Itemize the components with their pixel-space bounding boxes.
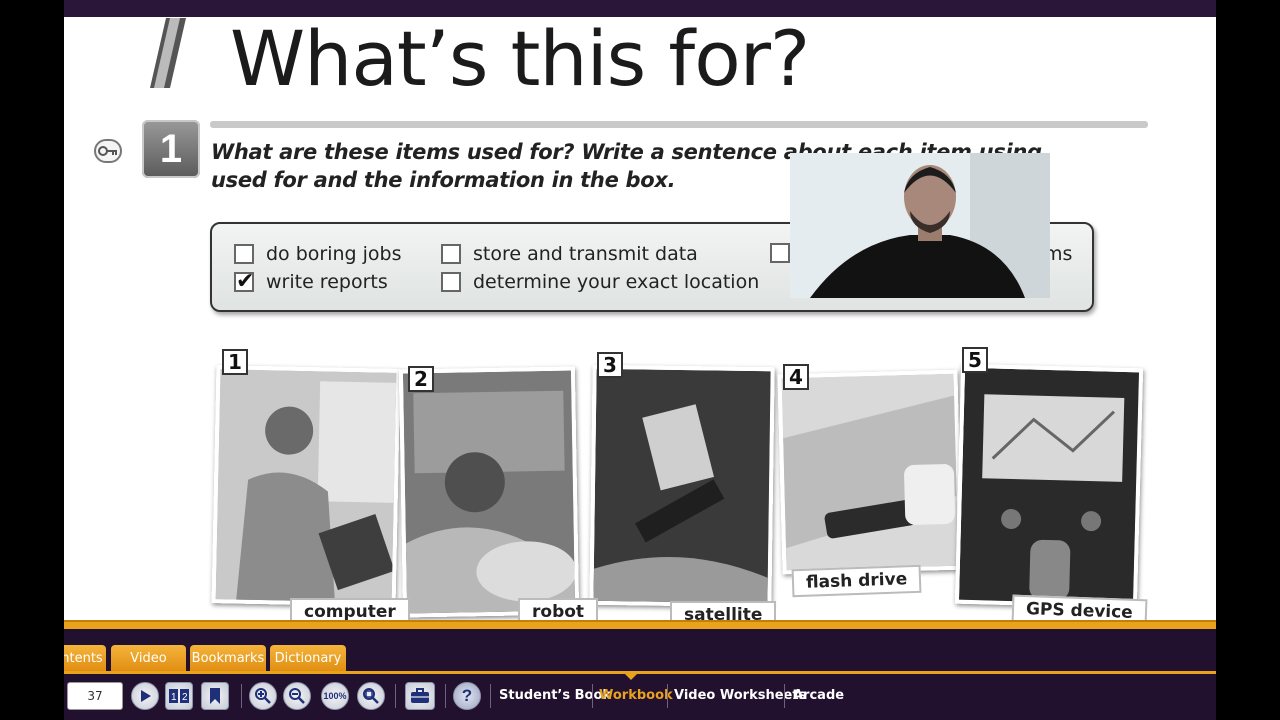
tab-underline [64, 671, 1216, 674]
checkbox-checked[interactable]: ✔ [234, 271, 254, 293]
caption-flash-drive: flash drive [791, 564, 922, 598]
toolbar-separator [490, 684, 491, 708]
tab-dictionary[interactable]: Dictionary [270, 645, 346, 672]
zoom-fit-icon[interactable] [357, 682, 385, 710]
zoom-100-icon[interactable]: 100% [321, 682, 349, 710]
help-icon[interactable]: ? [453, 682, 481, 710]
bottom-toolbar [64, 629, 1216, 720]
option-write-reports[interactable]: ✔ write reports [234, 271, 388, 293]
option-do-boring-jobs[interactable]: do boring jobs [234, 243, 402, 265]
nav-workbook[interactable]: Workbook [599, 688, 673, 703]
checkbox[interactable] [234, 244, 254, 264]
active-nav-marker [624, 673, 638, 680]
photo-number-5: 5 [962, 347, 988, 373]
option-label: do boring jobs [266, 243, 402, 265]
photo-number-3: 3 [597, 352, 623, 378]
option-label: write reports [266, 271, 388, 293]
toolbar-separator [592, 684, 593, 708]
photo-computer [211, 365, 401, 607]
nav-arcade[interactable]: Arcade [793, 688, 844, 703]
page-progress-strip [64, 620, 1216, 629]
option-label: store and transmit data [473, 243, 698, 265]
photo-satellite [589, 364, 775, 608]
zoom-out-icon[interactable] [283, 682, 311, 710]
svg-text:2: 2 [182, 692, 188, 703]
checkbox[interactable] [441, 272, 461, 292]
photo-flash-drive [777, 369, 963, 575]
toolbar-separator [667, 684, 668, 708]
page-title: What’s this for? [230, 14, 810, 103]
tab-bookmarks[interactable]: Bookmarks [190, 645, 266, 672]
photo-gps-device [954, 363, 1144, 609]
tab-video[interactable]: Video [111, 645, 186, 672]
toolbar-separator [241, 684, 242, 708]
photo-number-4: 4 [783, 364, 809, 390]
unit-number-graphic [150, 18, 186, 88]
tab-contents[interactable]: ntents [64, 645, 106, 672]
toolbar-separator [445, 684, 446, 708]
instruction-line-2: used for and the information in the box. [211, 168, 676, 192]
photo-number-2: 2 [408, 366, 434, 392]
key-icon[interactable] [94, 139, 122, 163]
webcam-overlay [790, 153, 1050, 298]
option-determine-exact-location[interactable]: determine your exact location [441, 271, 759, 293]
bookmark-icon[interactable] [201, 682, 229, 710]
photo-robot [398, 366, 580, 618]
two-page-icon[interactable]: 12 [165, 682, 193, 710]
svg-text:1: 1 [171, 692, 177, 703]
title-divider [210, 121, 1148, 128]
page-number-input[interactable] [67, 682, 123, 710]
toolbar-separator [784, 684, 785, 708]
zoom-in-icon[interactable] [249, 682, 277, 710]
book-viewer: What’s this for? 1 What are these items … [64, 0, 1216, 720]
option-store-and-transmit-data[interactable]: store and transmit data [441, 243, 698, 265]
toolbox-icon[interactable] [405, 682, 435, 710]
nav-video-worksheets[interactable]: Video Worksheets [674, 688, 806, 703]
exercise-number: 1 [142, 120, 200, 178]
option-label: determine your exact location [473, 271, 760, 293]
toolbar-separator [395, 684, 396, 708]
zoom-level-label: 100% [323, 691, 347, 701]
nav-students-book[interactable]: Student’s Book [499, 688, 611, 703]
checkbox[interactable] [770, 243, 790, 263]
checkbox[interactable] [441, 244, 461, 264]
photo-number-1: 1 [222, 349, 248, 375]
play-icon[interactable] [131, 682, 159, 710]
